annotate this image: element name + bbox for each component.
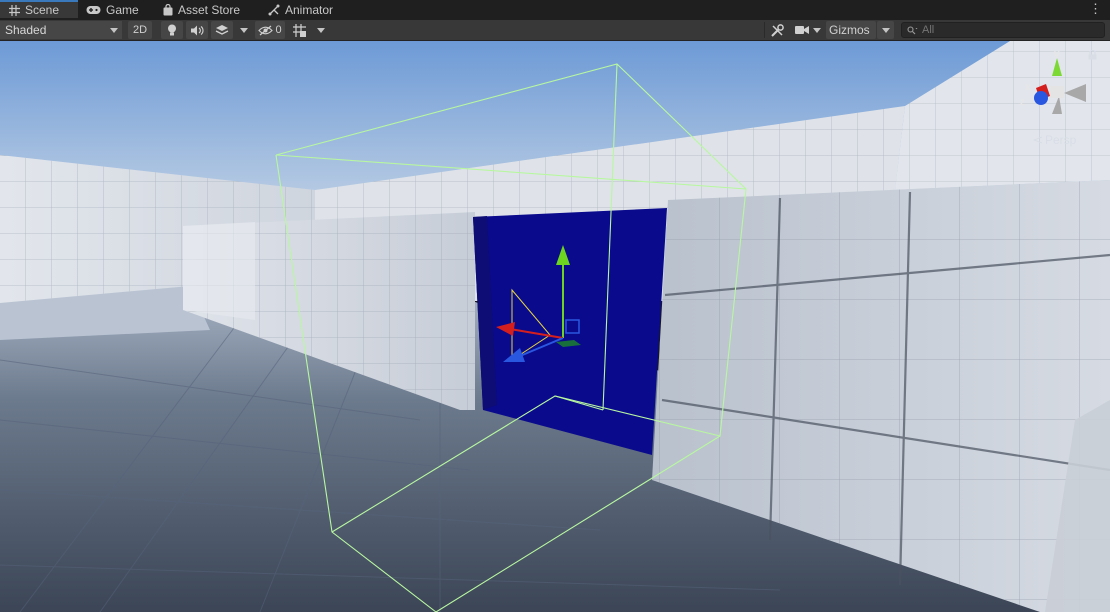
axis-label-y: y bbox=[1054, 49, 1060, 60]
tab-animator[interactable]: Animator bbox=[268, 0, 333, 20]
chevron-down-icon bbox=[110, 28, 118, 33]
grid-icon bbox=[292, 23, 306, 37]
tab-label: Asset Store bbox=[178, 3, 241, 17]
projection-toggle[interactable]: Persp bbox=[1033, 133, 1076, 147]
hidden-count: 0 bbox=[275, 24, 282, 36]
neg-y-axis-cone[interactable] bbox=[1052, 96, 1062, 114]
perspective-icon bbox=[1033, 136, 1043, 144]
draw-mode-dropdown[interactable]: Shaded bbox=[0, 21, 122, 39]
audio-toggle-button[interactable] bbox=[186, 21, 208, 39]
tab-label: Scene bbox=[25, 3, 60, 17]
axis-label-x: x bbox=[1025, 82, 1031, 93]
camera-settings-button[interactable] bbox=[793, 21, 823, 39]
projection-label: Persp bbox=[1045, 133, 1077, 147]
gizmos-label: Gizmos bbox=[829, 23, 870, 37]
eye-slash-icon bbox=[258, 25, 274, 35]
axis-label-z: z bbox=[1020, 97, 1025, 108]
camera-icon bbox=[795, 26, 809, 34]
chevron-down-icon bbox=[813, 27, 821, 33]
tab-scene[interactable]: Scene bbox=[0, 0, 78, 18]
tab-bar: Scene Game Asset Store Animator ⋮ bbox=[0, 0, 1110, 20]
tab-game[interactable]: Game bbox=[86, 0, 139, 20]
tab-asset-store[interactable]: Asset Store bbox=[163, 0, 240, 20]
y-axis-cone[interactable] bbox=[1052, 58, 1062, 76]
speaker-icon bbox=[191, 25, 204, 35]
scene-search-field[interactable] bbox=[901, 22, 1105, 38]
gizmos-dropdown-button[interactable] bbox=[877, 21, 894, 39]
2d-toggle-button[interactable]: 2D bbox=[128, 21, 152, 39]
tab-label: Game bbox=[106, 3, 139, 17]
search-icon bbox=[907, 25, 918, 34]
draw-mode-label: Shaded bbox=[5, 23, 47, 37]
chevron-down-icon bbox=[240, 27, 248, 33]
neg-x-axis-cone[interactable] bbox=[1064, 84, 1086, 102]
more-options-icon[interactable]: ⋮ bbox=[1089, 2, 1102, 16]
z-axis-cone[interactable] bbox=[1034, 91, 1048, 105]
scene-viewport[interactable]: y x z Persp bbox=[0, 41, 1110, 612]
gizmo-center-cube[interactable] bbox=[1050, 86, 1064, 98]
effects-toggle-button[interactable] bbox=[211, 21, 233, 39]
toolbar-divider bbox=[764, 22, 765, 38]
gizmos-toggle-button[interactable]: Gizmos bbox=[826, 21, 876, 39]
lightbulb-icon bbox=[168, 24, 176, 36]
chevron-down-icon bbox=[881, 27, 890, 33]
tools-icon bbox=[770, 23, 784, 37]
gamepad-icon bbox=[86, 6, 101, 14]
grid-toggle-button[interactable] bbox=[289, 21, 309, 39]
middle-wall-highlight bbox=[183, 222, 255, 320]
chevron-down-icon bbox=[317, 27, 325, 33]
lock-icon[interactable] bbox=[1088, 50, 1097, 60]
grid-dropdown-button[interactable] bbox=[313, 21, 329, 39]
animator-icon bbox=[268, 4, 280, 16]
grid-hash-icon bbox=[9, 4, 20, 16]
2d-label: 2D bbox=[132, 24, 148, 36]
lighting-toggle-button[interactable] bbox=[161, 21, 183, 39]
effects-dropdown-button[interactable] bbox=[236, 21, 252, 39]
scene-render bbox=[0, 41, 1110, 612]
shopping-bag-icon bbox=[163, 4, 173, 16]
tools-button[interactable] bbox=[767, 21, 787, 39]
hidden-objects-toggle-button[interactable]: 0 bbox=[255, 21, 285, 39]
scene-toolbar: Shaded 2D 0 Gizmos bbox=[0, 20, 1110, 41]
layers-effects-icon bbox=[215, 25, 229, 35]
tab-label: Animator bbox=[285, 3, 334, 17]
search-input[interactable] bbox=[918, 24, 1092, 36]
